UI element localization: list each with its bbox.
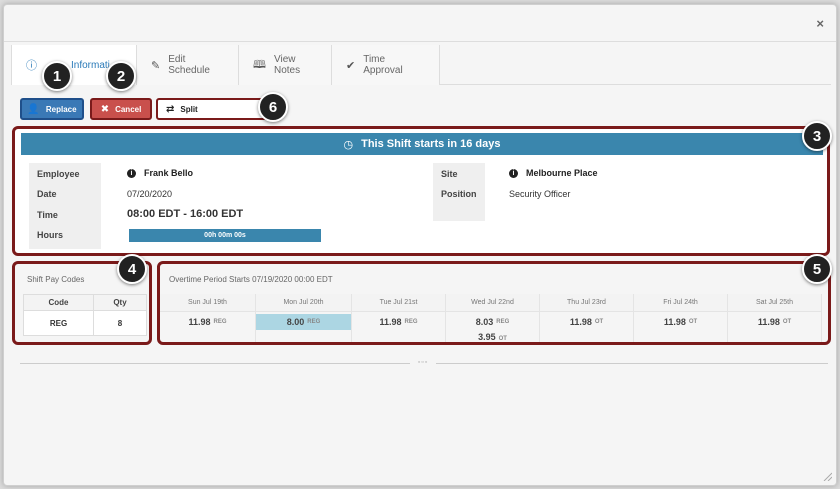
close-icon[interactable]: ×: [816, 16, 824, 31]
day-column: Fri Jul 24th 11.98 OT: [634, 294, 728, 342]
hours-value: 3.95: [478, 332, 496, 342]
employee-label: Employee: [37, 169, 80, 179]
hours-value: 11.98: [663, 317, 686, 327]
callout-badge-3: 3: [802, 121, 832, 151]
hours-value: 00h 00m 00s: [204, 232, 246, 239]
day-header: Mon Jul 20th: [256, 294, 351, 312]
day-column: Sun Jul 19th 11.98 REG: [160, 294, 256, 342]
pay-code-tag: REG: [307, 319, 321, 325]
time-value: 08:00 EDT - 16:00 EDT: [127, 208, 244, 220]
pay-code-tag: REG: [404, 319, 418, 325]
clock-icon: ◷: [343, 138, 354, 151]
pay-code-tag: REG: [496, 319, 510, 325]
callout-badge-6: 6: [258, 92, 288, 122]
pay-code-tag: OT: [498, 336, 507, 342]
day-hours: 11.98 OT: [540, 314, 633, 330]
x-icon: ✖: [100, 103, 110, 115]
pencil-icon: ✎: [151, 59, 161, 72]
qty-cell: 8: [117, 318, 123, 328]
hours-value: 11.98: [569, 317, 592, 327]
day-hours: 11.98 OT: [634, 314, 727, 330]
swap-icon: ⇄: [166, 103, 175, 115]
pay-code-tag: OT: [594, 319, 604, 325]
position-label: Position: [441, 189, 477, 199]
overtime-period-panel: Overtime Period Starts 07/19/2020 00:00 …: [157, 261, 831, 345]
shift-start-banner: ◷ This Shift starts in 16 days: [21, 133, 823, 155]
header-divider: [4, 41, 836, 42]
table-row: REG 8: [24, 311, 146, 335]
info-icon[interactable]: i: [127, 169, 136, 179]
day-header: Tue Jul 21st: [352, 294, 445, 312]
employee-name[interactable]: Frank Bello: [144, 168, 193, 178]
pay-code-tag: OT: [782, 319, 792, 325]
table-header: Code Qty: [24, 295, 146, 311]
hours-value: 8.03: [475, 317, 494, 327]
site-name[interactable]: Melbourne Place: [526, 168, 598, 178]
day-hours: 11.98 REG: [160, 314, 255, 330]
hours-value: 11.98: [379, 317, 402, 327]
pay-codes-table: Code Qty REG 8: [23, 294, 147, 336]
resize-handle-icon[interactable]: [822, 471, 832, 481]
day-column: Tue Jul 21st 11.98 REG: [352, 294, 446, 342]
day-hours-secondary: 3.95 OT: [446, 332, 539, 342]
book-icon: 🕮: [253, 58, 266, 71]
overtime-days: Sun Jul 19th 11.98 REG Mon Jul 20th 8.00 REG T…: [160, 294, 828, 342]
day-column: Mon Jul 20th 8.00 REG: [256, 294, 352, 342]
banner-text: This Shift starts in 16 days: [361, 138, 501, 150]
replace-button[interactable]: 👤 Replace: [20, 98, 84, 120]
cancel-label: Cancel: [115, 104, 142, 114]
day-column: Wed Jul 22nd 8.03 REG 3.95 OT: [446, 294, 540, 342]
callout-badge-4: 4: [117, 254, 147, 284]
day-hours: 8.03 REG: [446, 314, 539, 330]
date-label: Date: [37, 189, 57, 199]
day-header: Sun Jul 19th: [160, 294, 255, 312]
code-cell: REG: [24, 311, 94, 335]
day-header: Thu Jul 23rd: [540, 294, 633, 312]
day-column: Sat Jul 25th 11.98 OT: [728, 294, 822, 342]
tab-time-approval[interactable]: ✔ Time Approval: [332, 45, 440, 85]
hours-value: 11.98: [757, 317, 780, 327]
tab-label: View Notes: [273, 54, 301, 76]
site-label: Site: [441, 169, 458, 179]
pay-codes-title: Shift Pay Codes: [27, 275, 85, 284]
info-icon[interactable]: i: [509, 169, 518, 179]
hours-value: 11.98: [188, 317, 211, 327]
date-value: 07/20/2020: [127, 189, 173, 199]
day-header: Wed Jul 22nd: [446, 294, 539, 312]
day-hours: 11.98 REG: [352, 314, 445, 330]
day-header: Fri Jul 24th: [634, 294, 727, 312]
day-header: Sat Jul 25th: [728, 294, 821, 312]
info-icon: ⓘ: [26, 60, 37, 72]
pay-code-tag: REG: [213, 319, 227, 325]
tab-label: Time Approval: [363, 54, 403, 76]
shift-info-panel: ◷ This Shift starts in 16 days Employee …: [12, 126, 830, 256]
cancel-button[interactable]: ✖ Cancel: [90, 98, 152, 120]
position-value: Security Officer: [509, 189, 571, 199]
employee-value: i Frank Bello: [127, 168, 193, 179]
day-hours: 8.00 REG: [256, 314, 351, 330]
tab-label: Informati: [71, 59, 110, 71]
hours-label: Hours: [37, 230, 64, 240]
qty-header: Qty: [113, 298, 127, 307]
site-value: i Melbourne Place: [509, 168, 598, 179]
callout-badge-5: 5: [802, 254, 832, 284]
check-icon: ✔: [346, 59, 356, 72]
user-icon: 👤: [27, 103, 40, 115]
time-label: Time: [37, 210, 58, 220]
overtime-title: Overtime Period Starts 07/19/2020 00:00 …: [169, 275, 333, 284]
drag-handle-icon[interactable]: ▫▫▫: [410, 359, 436, 368]
pay-code-tag: OT: [688, 319, 698, 325]
day-column: Thu Jul 23rd 11.98 OT: [540, 294, 634, 342]
replace-label: Replace: [45, 104, 77, 114]
split-label: Split: [180, 104, 198, 114]
hours-value: 8.00: [286, 317, 305, 327]
callout-badge-2: 2: [106, 61, 136, 91]
tab-edit-schedule[interactable]: ✎ Edit Schedule: [137, 45, 239, 85]
code-header: Code: [24, 295, 94, 310]
tab-label: Edit Schedule: [168, 54, 210, 76]
callout-badge-1: 1: [42, 61, 72, 91]
hours-progress-bar: 00h 00m 00s: [129, 229, 321, 242]
tab-view-notes[interactable]: 🕮 View Notes: [239, 45, 332, 85]
day-hours: 11.98 OT: [728, 314, 821, 330]
